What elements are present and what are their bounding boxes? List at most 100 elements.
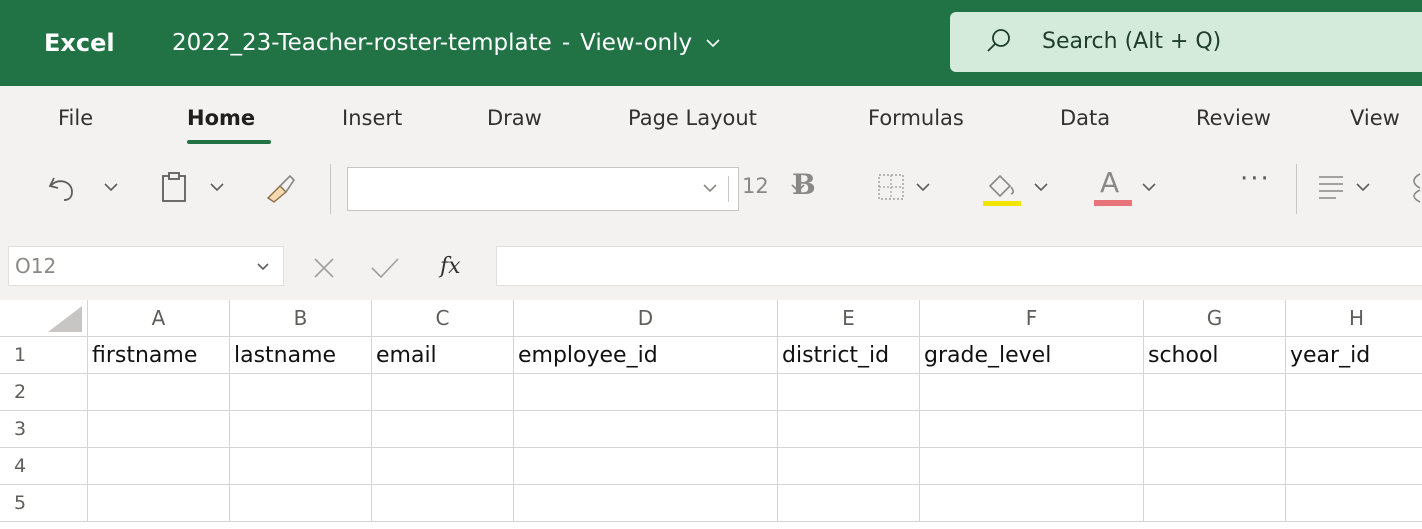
- column-header-b[interactable]: B: [230, 300, 372, 337]
- toolbar-divider: [1296, 164, 1297, 214]
- cell-h1[interactable]: year_id: [1286, 337, 1422, 374]
- row-header-2[interactable]: 2: [0, 374, 88, 411]
- cell-h2[interactable]: [1286, 374, 1422, 411]
- fill-color-icon[interactable]: [980, 168, 1024, 212]
- clipboard-icon[interactable]: [158, 170, 190, 208]
- cell-c3[interactable]: [372, 411, 514, 448]
- search-placeholder: Search (Alt + Q): [1042, 29, 1222, 54]
- cell-g1[interactable]: school: [1144, 337, 1286, 374]
- cell-g5[interactable]: [1144, 485, 1286, 522]
- cell-b1[interactable]: lastname: [230, 337, 372, 374]
- font-color-icon[interactable]: A: [1094, 166, 1134, 210]
- tab-view[interactable]: View: [1350, 104, 1400, 132]
- column-header-g[interactable]: G: [1144, 300, 1286, 337]
- font-size-value[interactable]: 12: [742, 174, 769, 198]
- font-size-separator: [728, 176, 729, 202]
- column-header-h[interactable]: H: [1286, 300, 1422, 337]
- chevron-down-icon: [706, 25, 720, 61]
- row-header-5[interactable]: 5: [0, 485, 88, 522]
- cell-c2[interactable]: [372, 374, 514, 411]
- cell-c1[interactable]: email: [372, 337, 514, 374]
- cell-g2[interactable]: [1144, 374, 1286, 411]
- wrap-text-icon[interactable]: [1410, 170, 1422, 208]
- search-box[interactable]: Search (Alt + Q): [950, 12, 1422, 72]
- cell-h5[interactable]: [1286, 485, 1422, 522]
- name-box-chevron-icon[interactable]: [257, 257, 269, 275]
- tab-review[interactable]: Review: [1196, 104, 1271, 132]
- search-icon: [984, 26, 1014, 56]
- borders-icon[interactable]: [876, 172, 906, 206]
- tab-insert[interactable]: Insert: [342, 104, 402, 132]
- row-header-4[interactable]: 4: [0, 448, 88, 485]
- borders-chevron-icon[interactable]: [916, 178, 930, 196]
- font-color-chevron-icon[interactable]: [1142, 178, 1156, 196]
- insert-function-button[interactable]: fx: [440, 254, 461, 279]
- column-header-a[interactable]: A: [88, 300, 230, 337]
- cell-d2[interactable]: [514, 374, 778, 411]
- document-title-button[interactable]: 2022_23-Teacher-roster-template - View-o…: [172, 25, 720, 61]
- cell-f5[interactable]: [920, 485, 1144, 522]
- cell-f3[interactable]: [920, 411, 1144, 448]
- undo-chevron-icon[interactable]: [104, 178, 118, 196]
- cell-e1[interactable]: district_id: [778, 337, 920, 374]
- cell-e4[interactable]: [778, 448, 920, 485]
- cell-g4[interactable]: [1144, 448, 1286, 485]
- font-color-swatch: [1094, 200, 1132, 206]
- cell-h4[interactable]: [1286, 448, 1422, 485]
- tab-draw[interactable]: Draw: [487, 104, 542, 132]
- cell-e5[interactable]: [778, 485, 920, 522]
- undo-icon[interactable]: [46, 172, 78, 208]
- column-header-d[interactable]: D: [514, 300, 778, 337]
- cell-b3[interactable]: [230, 411, 372, 448]
- format-painter-icon[interactable]: [262, 170, 298, 208]
- cell-b4[interactable]: [230, 448, 372, 485]
- name-box[interactable]: O12: [8, 246, 284, 286]
- row-header-1[interactable]: 1: [0, 337, 88, 374]
- enter-checkmark-icon[interactable]: [370, 256, 400, 284]
- cell-f2[interactable]: [920, 374, 1144, 411]
- toolbar-divider: [330, 164, 331, 214]
- cell-e2[interactable]: [778, 374, 920, 411]
- tab-data[interactable]: Data: [1060, 104, 1110, 132]
- cell-c5[interactable]: [372, 485, 514, 522]
- cell-a4[interactable]: [88, 448, 230, 485]
- cell-b5[interactable]: [230, 485, 372, 522]
- cell-a1[interactable]: firstname: [88, 337, 230, 374]
- tab-file[interactable]: File: [58, 104, 93, 132]
- paste-chevron-icon[interactable]: [210, 178, 224, 196]
- cell-f1[interactable]: grade_level: [920, 337, 1144, 374]
- cell-d5[interactable]: [514, 485, 778, 522]
- cell-e3[interactable]: [778, 411, 920, 448]
- row-header-3[interactable]: 3: [0, 411, 88, 448]
- cell-h3[interactable]: [1286, 411, 1422, 448]
- cell-b2[interactable]: [230, 374, 372, 411]
- app-name: Excel: [44, 29, 115, 57]
- tab-formulas[interactable]: Formulas: [868, 104, 964, 132]
- cancel-icon[interactable]: [312, 256, 336, 284]
- cell-d4[interactable]: [514, 448, 778, 485]
- align-icon[interactable]: [1316, 172, 1346, 206]
- cell-a5[interactable]: [88, 485, 230, 522]
- tab-page-layout[interactable]: Page Layout: [628, 104, 757, 132]
- font-name-dropdown[interactable]: 12: [347, 167, 805, 211]
- cell-d3[interactable]: [514, 411, 778, 448]
- formula-input[interactable]: [496, 246, 1422, 286]
- column-header-e[interactable]: E: [778, 300, 920, 337]
- ribbon-tabs: File Home Insert Draw Page Layout Formul…: [0, 86, 1422, 148]
- tab-home[interactable]: Home: [187, 104, 255, 132]
- bold-button[interactable]: B: [792, 168, 816, 201]
- cell-f4[interactable]: [920, 448, 1144, 485]
- view-mode-label: View-only: [580, 30, 693, 56]
- cell-g3[interactable]: [1144, 411, 1286, 448]
- fill-color-chevron-icon[interactable]: [1034, 178, 1048, 196]
- more-options-button[interactable]: ···: [1240, 164, 1271, 194]
- column-header-f[interactable]: F: [920, 300, 1144, 337]
- cell-c4[interactable]: [372, 448, 514, 485]
- select-all-corner[interactable]: [0, 300, 88, 337]
- ribbon-toolbar: 12 B A ···: [0, 148, 1422, 234]
- cell-a3[interactable]: [88, 411, 230, 448]
- cell-d1[interactable]: employee_id: [514, 337, 778, 374]
- align-chevron-icon[interactable]: [1356, 178, 1370, 196]
- column-header-c[interactable]: C: [372, 300, 514, 337]
- cell-a2[interactable]: [88, 374, 230, 411]
